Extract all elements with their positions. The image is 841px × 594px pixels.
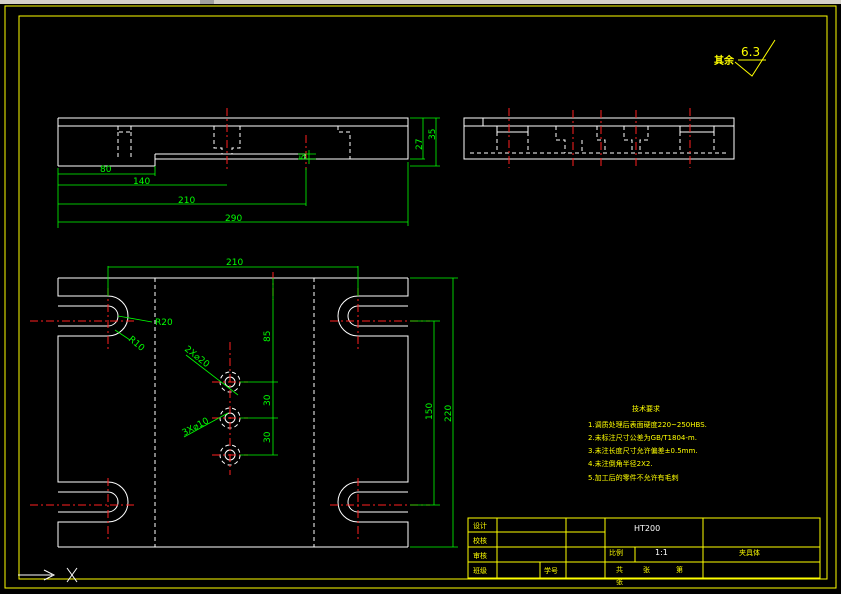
roughness-label: 其余 [714,54,735,67]
dim-220: 220 [444,405,454,422]
roughness-symbol: 其余 6.3 [714,39,776,77]
label-scale: 比例 [609,548,623,557]
dim-85: 85 [263,331,273,342]
holes-2x20: 2X⌀20 [182,344,211,370]
label-student-no: 学号 [544,566,558,575]
dim-30-a: 30 [263,394,273,406]
ucs-axis-icon [18,567,78,583]
tech-item-3: 3.未注长度尺寸允许偏差±0.5mm. [588,446,698,455]
dim-r20: R20 [155,318,173,328]
dim-35: 35 [428,129,438,140]
label-review: 审核 [473,551,487,560]
roughness-value: 6.3 [741,45,760,59]
title-block: 设计 校核 审核 班级 学号 HT200 比例 1:1 夹具体 共 张 第 张 [467,517,821,586]
label-check: 校核 [473,536,487,545]
tech-item-2: 2.未标注尺寸公差为GB/T1804-m. [588,433,697,442]
outer-border [4,5,837,589]
tech-title: 技术要求 [632,404,660,413]
holes-3x10: 3X⌀10 [181,416,211,438]
dim-r10: R10 [126,335,146,354]
material: HT200 [634,524,660,533]
dim-140: 140 [133,177,150,187]
label-page: 第 [676,565,683,574]
side-view [463,108,735,168]
dim-80: 80 [100,165,112,175]
front-view: 80 140 210 290 27 35 5 [57,108,440,228]
label-sheet-no: 张 [616,577,623,586]
dim-150: 150 [425,403,435,420]
plan-view: 210 85 30 30 150 220 R20 R10 2X⌀20 3X⌀10 [30,258,458,548]
technical-requirements: 技术要求 1.调质处理后表面硬度220~250HBS. 2.未标注尺寸公差为GB… [588,404,707,482]
tech-item-1: 1.调质处理后表面硬度220~250HBS. [588,420,707,429]
label-sheets: 张 [643,565,650,574]
dim-290: 290 [225,214,242,224]
tech-item-5: 5.加工后的零件不允许有毛刺 [588,473,679,482]
part-name: 夹具体 [739,548,760,557]
dim-210: 210 [178,196,195,206]
label-class: 班级 [473,566,487,575]
dim-27: 27 [415,139,425,150]
scale-value: 1:1 [655,548,668,557]
drawing-canvas[interactable]: 其余 6.3 80 140 210 290 27 35 5 210 85 30 … [0,0,841,594]
label-total: 共 [616,565,623,574]
dim-210-plan: 210 [226,258,243,268]
dim-30-b: 30 [263,431,273,443]
tech-item-4: 4.未注倒角半径2X2. [588,459,653,468]
dim-5: 5 [299,154,309,160]
label-design: 设计 [473,521,487,530]
inner-border [18,15,828,580]
